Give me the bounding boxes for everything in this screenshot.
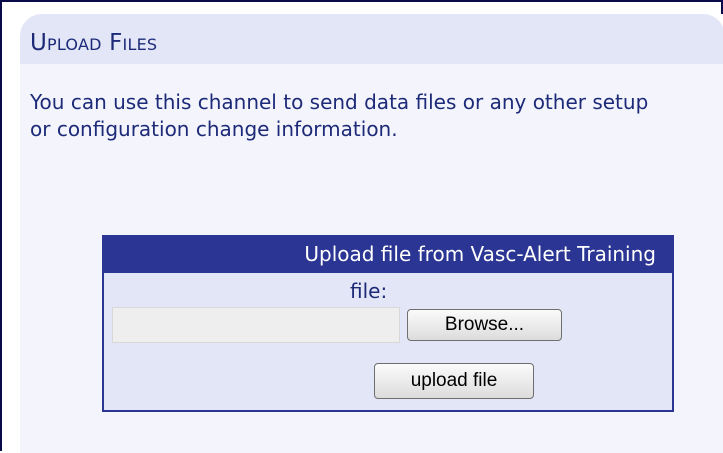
upload-form: Upload file from Vasc-Alert Training fil… (102, 235, 674, 412)
panel-title: Upload Files (30, 30, 158, 56)
panel-header: Upload Files (20, 14, 723, 64)
window-frame: Upload Files You can use this channel to… (0, 0, 723, 453)
intro-text: You can use this channel to send data fi… (30, 90, 649, 141)
upload-form-header: Upload file from Vasc-Alert Training (102, 235, 674, 273)
upload-file-button[interactable]: upload file (374, 363, 534, 399)
file-label: file: (350, 279, 388, 303)
panel-body: You can use this channel to send data fi… (20, 64, 723, 453)
file-path-input[interactable] (112, 307, 400, 343)
upload-files-panel: Upload Files You can use this channel to… (20, 14, 723, 453)
browse-button[interactable]: Browse... (407, 309, 562, 341)
